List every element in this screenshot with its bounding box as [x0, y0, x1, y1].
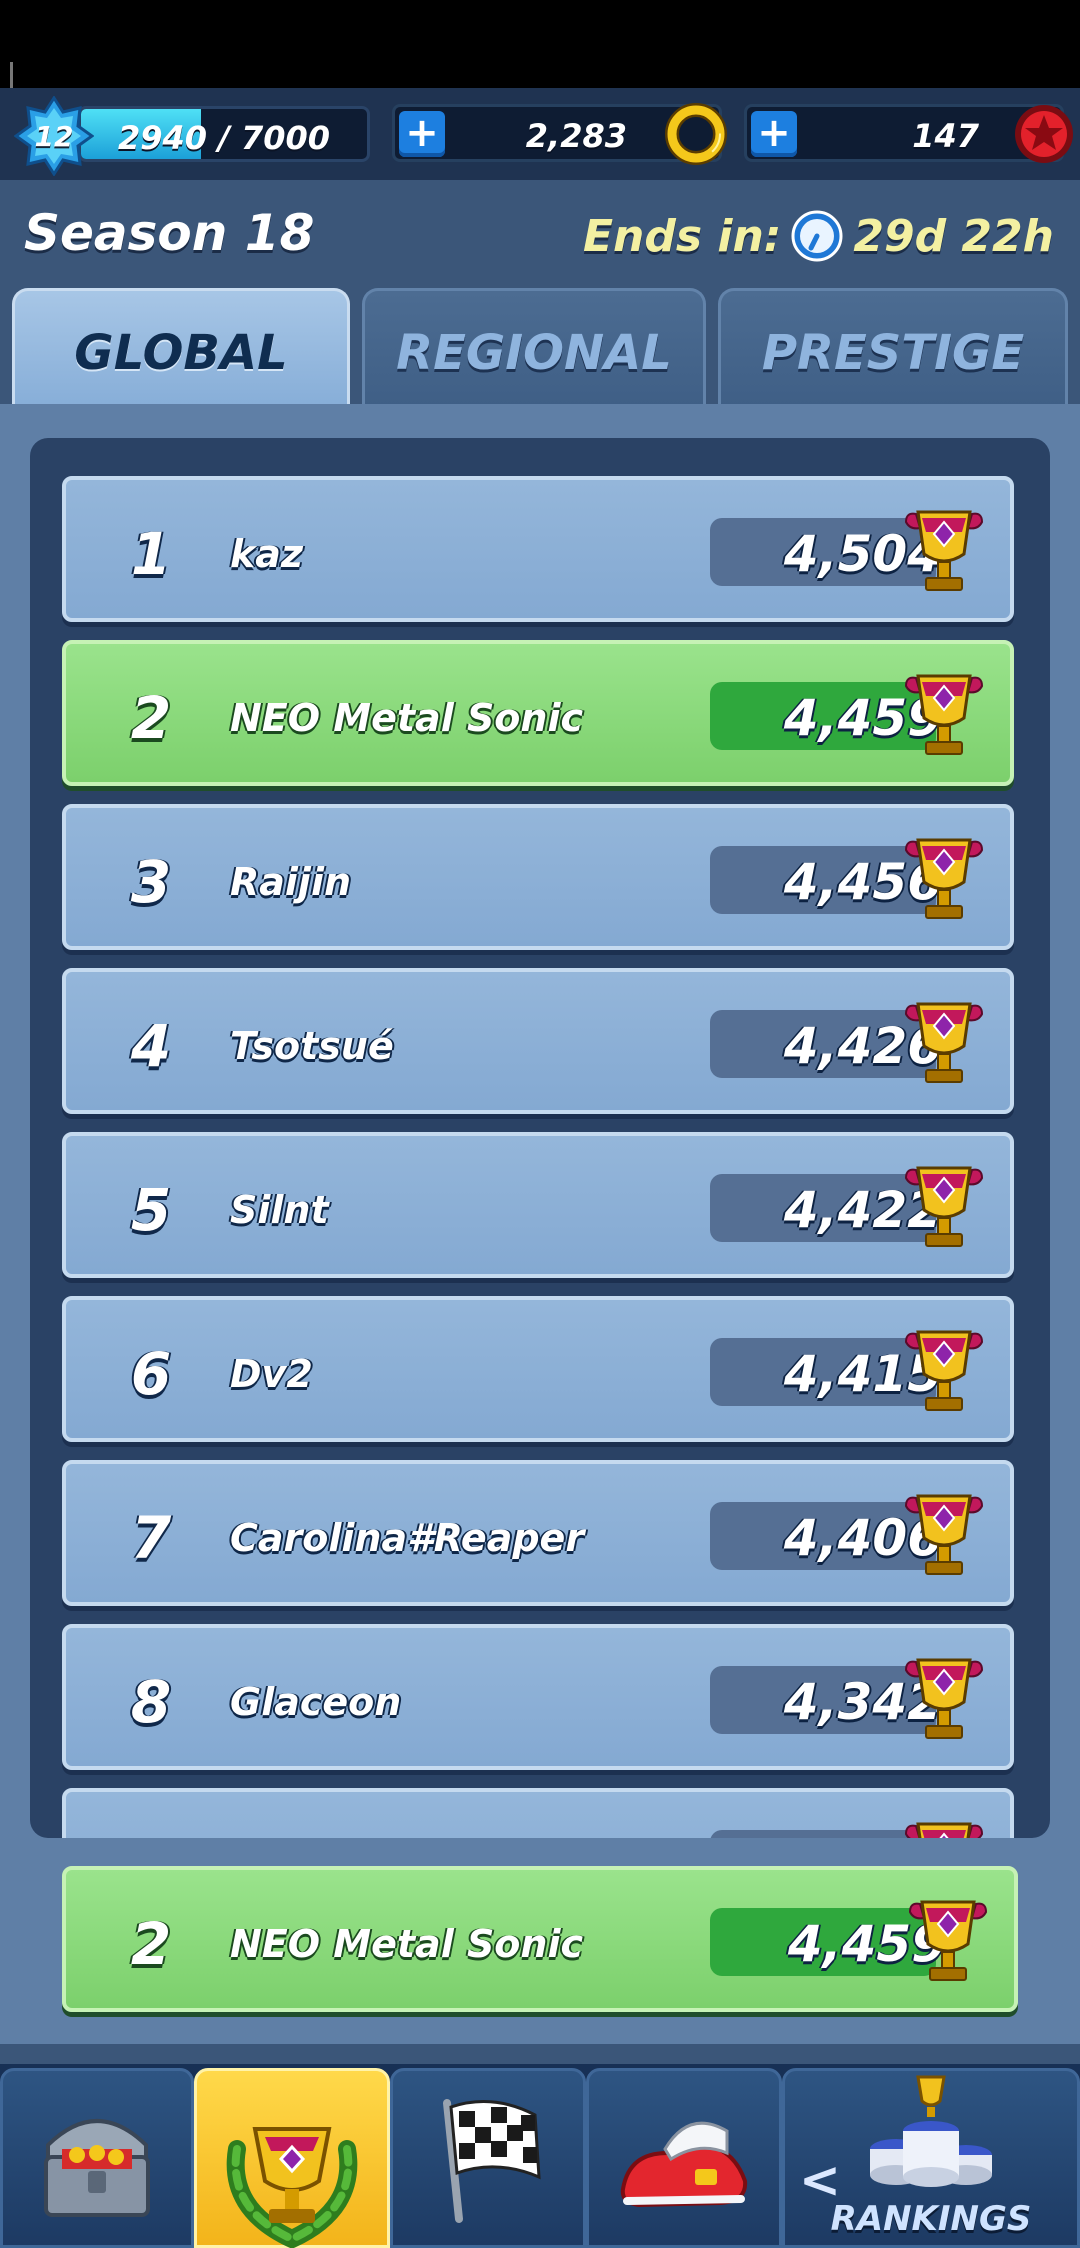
- leaderboard-list[interactable]: 1 kaz 4,504 2 NEO Metal Sonic 4,459 3 Ra…: [30, 438, 1050, 1838]
- rings-counter: + 2,283: [392, 103, 727, 165]
- nav-rankings[interactable]: < RANKINGS: [782, 2068, 1080, 2248]
- rank-number: 5: [130, 1176, 172, 1244]
- nav-trophies[interactable]: [194, 2068, 390, 2248]
- ring-icon: [663, 101, 729, 167]
- current-player-rank-row[interactable]: 2 NEO Metal Sonic 4,459: [62, 1866, 1018, 2012]
- player-name: Raijin: [230, 860, 352, 904]
- level-number: 12: [34, 120, 74, 153]
- leaderboard-row[interactable]: 1 kaz 4,504: [62, 476, 1014, 622]
- tab-global[interactable]: GLOBAL: [12, 288, 350, 406]
- leaderboard-row-partial[interactable]: [62, 1788, 1014, 1838]
- add-rings-button[interactable]: +: [399, 111, 445, 157]
- trophy-icon: [900, 504, 988, 600]
- trophy-icon: [900, 832, 988, 928]
- red-shoes-icon: [620, 2121, 748, 2208]
- my-player-name: NEO Metal Sonic: [230, 1922, 584, 1966]
- treasure-chest-icon: [44, 2119, 150, 2217]
- level-badge-icon[interactable]: 12: [13, 95, 95, 177]
- trophy-icon: [900, 1324, 988, 1420]
- my-rank-number: 2: [130, 1910, 172, 1978]
- trophy-laurel-icon: [226, 2127, 358, 2248]
- ends-in-value: 29d 22h: [853, 210, 1054, 262]
- trophy-icon: [900, 996, 988, 1092]
- player-name: Silnt: [230, 1188, 329, 1232]
- bottom-nav: < RANKINGS: [0, 2064, 1080, 2248]
- red-stars-value: 147: [912, 117, 979, 155]
- trophy-icon: [904, 1894, 992, 1990]
- leaderboard-row[interactable]: 4 Tsotsué 4,426: [62, 968, 1014, 1114]
- leaderboard-row-current-player[interactable]: 2 NEO Metal Sonic 4,459: [62, 640, 1014, 786]
- ends-in-label: Ends in:: [583, 210, 782, 262]
- player-name: Carolina#Reaper: [230, 1516, 585, 1560]
- nav-shop[interactable]: [586, 2068, 782, 2248]
- player-name: NEO Metal Sonic: [230, 696, 584, 740]
- tab-regional[interactable]: REGIONAL: [362, 288, 706, 406]
- tab-prestige[interactable]: PRESTIGE: [718, 288, 1068, 406]
- leaderboard-row[interactable]: 6 Dv2 4,415: [62, 1296, 1014, 1442]
- tab-global-label: GLOBAL: [74, 325, 288, 381]
- nav-race[interactable]: [390, 2068, 586, 2248]
- rank-number: 1: [130, 520, 172, 588]
- rank-number: 2: [130, 684, 172, 752]
- player-name: kaz: [230, 532, 304, 576]
- season-title: Season 18: [24, 204, 315, 262]
- rank-number: 8: [130, 1668, 172, 1736]
- rank-number: 4: [130, 1012, 172, 1080]
- trophy-icon: [900, 1652, 988, 1748]
- status-bar: [0, 0, 1080, 122]
- trophy-icon: [900, 1160, 988, 1256]
- rank-number: 6: [130, 1340, 172, 1408]
- leaderboard-row[interactable]: 5 Silnt 4,422: [62, 1132, 1014, 1278]
- red-star-counter: + 147: [744, 104, 1073, 163]
- red-star-ring-icon: [1011, 101, 1077, 167]
- leaderboard-row[interactable]: 8 Glaceon 4,342: [62, 1624, 1014, 1770]
- xp-bar: 2940 / 7000: [78, 106, 370, 162]
- checkered-flag-icon: [443, 2099, 541, 2223]
- rings-value: 2,283: [525, 117, 627, 155]
- xp-text: 2940 / 7000: [117, 119, 331, 157]
- season-timer: Ends in: 29d 22h: [583, 208, 1054, 264]
- rank-number: 3: [130, 848, 172, 916]
- tab-regional-label: REGIONAL: [396, 325, 672, 381]
- tab-prestige-label: PRESTIGE: [761, 325, 1025, 381]
- rank-number: 7: [130, 1504, 172, 1572]
- add-red-stars-button[interactable]: +: [751, 111, 797, 157]
- resource-bar: 2940 / 7000 12 + 2,283 + 147: [0, 88, 1080, 180]
- leaderboard-row[interactable]: 3 Raijin 4,456: [62, 804, 1014, 950]
- clock-icon: [791, 210, 843, 262]
- nav-rankings-label: RANKINGS: [830, 2199, 1032, 2239]
- player-name: Tsotsué: [230, 1024, 394, 1068]
- nav-treasure-chest[interactable]: [0, 2068, 194, 2248]
- trophy-icon: [900, 668, 988, 764]
- player-name: Dv2: [230, 1352, 313, 1396]
- trophy-icon: [900, 1816, 988, 1838]
- leaderboard-row[interactable]: 7 Carolina#Reaper 4,406: [62, 1460, 1014, 1606]
- trophy-icon: [900, 1488, 988, 1584]
- podium-icon: [870, 2075, 992, 2187]
- player-name: Glaceon: [230, 1680, 402, 1724]
